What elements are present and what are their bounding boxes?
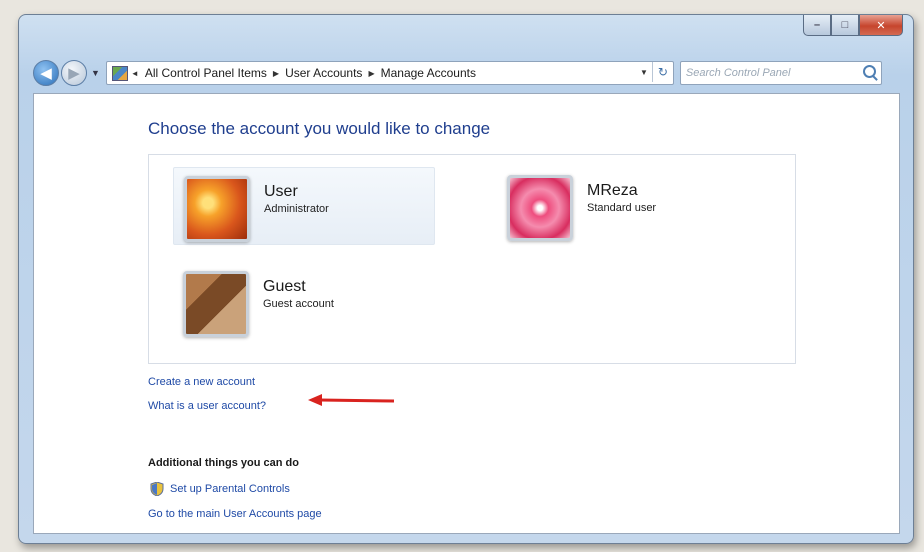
maximize-button[interactable]: □: [831, 15, 859, 36]
content-pane: Choose the account you would like to cha…: [33, 93, 900, 534]
star-avatar: [507, 175, 573, 241]
caption-buttons: – □ ✕: [803, 15, 903, 36]
breadcrumb-separator-icon[interactable]: ▶: [273, 69, 279, 78]
control-panel-window: – □ ✕ ◀ ▶ ▼ ◄ All Control Panel Items ▶ …: [18, 14, 914, 544]
page-title: Choose the account you would like to cha…: [148, 119, 491, 138]
breadcrumb-manage-accounts[interactable]: Manage Accounts: [381, 66, 476, 80]
account-role: Administrator: [264, 203, 329, 215]
address-bar-controls: ▼ ↻: [636, 62, 673, 82]
address-history-dropdown-icon[interactable]: ▼: [636, 68, 652, 77]
breadcrumb-dropdown-icon[interactable]: ◄: [131, 69, 139, 78]
navigation-bar: ◀ ▶ ▼ ◄ All Control Panel Items ▶ User A…: [33, 58, 899, 88]
account-name: User: [264, 183, 298, 200]
create-account-link[interactable]: Create a new account: [148, 376, 255, 388]
breadcrumb-user-accounts[interactable]: User Accounts: [285, 66, 362, 80]
red-arrow-icon: [308, 394, 395, 406]
search-icon[interactable]: [862, 65, 876, 78]
breadcrumb-separator-icon[interactable]: ▶: [368, 69, 374, 78]
account-role: Standard user: [587, 202, 657, 214]
what-is-account-link[interactable]: What is a user account?: [148, 400, 266, 412]
breadcrumb-all-items[interactable]: All Control Panel Items: [145, 66, 267, 80]
shield-icon: [150, 482, 164, 496]
search-input[interactable]: Search Control Panel: [679, 61, 882, 85]
account-name: MReza: [587, 182, 638, 199]
address-bar[interactable]: ◄ All Control Panel Items ▶ User Account…: [105, 61, 674, 85]
forward-button[interactable]: ▶: [61, 60, 87, 86]
account-name: Guest: [263, 278, 306, 295]
parental-controls-link[interactable]: Set up Parental Controls: [170, 483, 290, 495]
account-role: Guest account: [263, 298, 334, 310]
refresh-button[interactable]: ↻: [651, 62, 673, 82]
accounts-list: User Administrator MReza Standard user G…: [148, 154, 796, 364]
briefcase-avatar: [183, 271, 249, 337]
account-tile-user[interactable]: User Administrator: [173, 167, 435, 245]
minimize-button[interactable]: –: [803, 15, 831, 36]
flower-avatar: [184, 176, 250, 242]
recent-pages-dropdown[interactable]: ▼: [91, 68, 100, 78]
search-placeholder: Search Control Panel: [685, 67, 791, 79]
main-user-accounts-link[interactable]: Go to the main User Accounts page: [148, 508, 322, 520]
additional-section-title: Additional things you can do: [148, 457, 299, 469]
back-button[interactable]: ◀: [33, 60, 59, 86]
account-tile-mreza[interactable]: MReza Standard user: [497, 167, 757, 243]
account-tile-guest[interactable]: Guest Guest account: [173, 263, 433, 339]
control-panel-icon: [111, 65, 128, 81]
close-button[interactable]: ✕: [859, 15, 903, 36]
